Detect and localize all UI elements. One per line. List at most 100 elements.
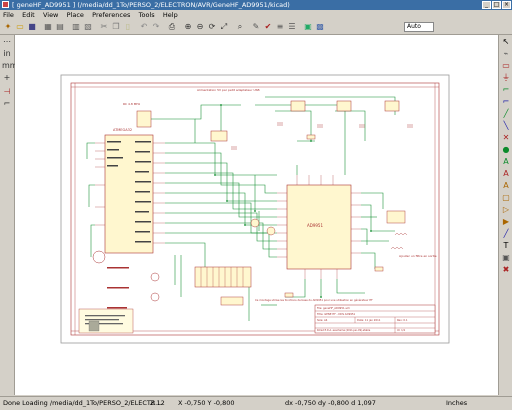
cut-icon[interactable]: ✂ <box>99 22 109 32</box>
select-arrow-icon[interactable]: ↖ <box>501 37 511 47</box>
sheet-title: Title: GENE HF - DDS AD9951 <box>317 312 356 316</box>
wire-to-bus-entry-icon[interactable]: ╱ <box>501 109 511 119</box>
schematic-canvas[interactable]: ATMEGA32 RC 4.8 MHz AD9951 Alimentation … <box>15 35 498 395</box>
regulator-1-symbol <box>290 100 306 112</box>
menu-edit[interactable]: Edit <box>19 10 38 20</box>
power-note: Alimentation 5V par petit adaptateur USB <box>197 88 260 92</box>
paste-icon[interactable]: ▯ <box>123 22 133 32</box>
undo-icon[interactable]: ↶ <box>139 22 149 32</box>
app-icon <box>2 1 9 8</box>
schematic-drawing: ATMEGA32 RC 4.8 MHz AD9951 Alimentation … <box>60 74 450 344</box>
right-toolbar: ↖ ⌁ ▭ ⏚ ⌐ ⌐ ╱ ╲ ✕ ● A A A ▢ ▷ ▶ ╱ T ▣ ✖ <box>498 35 512 395</box>
add-hier-label-icon[interactable]: A <box>501 181 511 191</box>
menu-preferences[interactable]: Preferences <box>89 10 133 20</box>
filter-note: Ajouter un filtre en sortie <box>399 254 437 258</box>
mcu-symbol <box>104 134 154 254</box>
hidden-pins-icon[interactable]: ⊣ <box>2 87 12 97</box>
maximize-button[interactable]: □ <box>492 1 501 9</box>
status-message: Done Loading /media/dd_1To/PERSO_2/ELECT… <box>3 399 162 407</box>
regulator-3-symbol <box>384 100 400 112</box>
status-zoom: Z 12 <box>150 399 165 407</box>
menu-view[interactable]: View <box>40 10 61 20</box>
window-title: [ geneHF_AD9951 ] (/media/dd_1To/PERSO_2… <box>12 1 290 9</box>
units-inches-icon[interactable]: in <box>2 49 12 59</box>
zoom-out-icon[interactable]: ⊖ <box>195 22 205 32</box>
bus-orientation-icon[interactable]: ⌐ <box>2 99 12 109</box>
menu-bar: File Edit View Place Preferences Tools H… <box>0 10 512 20</box>
sheet-file: File: geneHF_AD9951.sch <box>317 306 350 310</box>
cvpcb-icon[interactable]: ▣ <box>303 22 313 32</box>
grid-icon[interactable]: ⋯ <box>2 37 12 47</box>
sheet-id: Id: 1/1 <box>397 328 406 332</box>
info-note-box <box>78 308 134 334</box>
design-note: Ce montage utilise les fonctions de base… <box>255 298 373 302</box>
units-mm-icon[interactable]: mm <box>2 61 18 71</box>
status-bar: Done Loading /media/dd_1To/PERSO_2/ELECT… <box>0 396 512 410</box>
zoom-redraw-icon[interactable]: ⟳ <box>207 22 217 32</box>
add-hier-pin-icon[interactable]: ▶ <box>501 217 511 227</box>
bus-to-bus-entry-icon[interactable]: ╲ <box>501 121 511 131</box>
add-wire-icon[interactable]: ⌐ <box>501 85 511 95</box>
open-icon[interactable]: ▭ <box>15 22 25 32</box>
left-toolbar: ⋯ in mm + ⊣ ⌐ <box>0 35 18 395</box>
dds-chip-label: AD9951 <box>307 223 323 228</box>
title-bar: [ geneHF_AD9951 ] (/media/dd_1To/PERSO_2… <box>0 0 512 10</box>
add-image-icon[interactable]: ▣ <box>501 253 511 263</box>
status-delta: dx -0,750 dy -0,800 d 1,097 <box>285 399 376 407</box>
zoom-in-icon[interactable]: ⊕ <box>183 22 193 32</box>
menu-file[interactable]: File <box>0 10 17 20</box>
zoom-fit-icon[interactable]: ⤢ <box>219 22 229 32</box>
lcd-connector-symbol <box>194 266 252 288</box>
sheet-rev: Rev: 0.1 <box>397 318 408 322</box>
menu-place[interactable]: Place <box>64 10 87 20</box>
add-bus-icon[interactable]: ⌐ <box>501 97 511 107</box>
print-icon[interactable]: ⎙ <box>167 22 177 32</box>
add-component-icon[interactable]: ▭ <box>501 61 511 71</box>
erc-icon[interactable]: ✔ <box>263 22 273 32</box>
import-hier-pin-icon[interactable]: ▷ <box>501 205 511 215</box>
sheet-size: Size: A4 <box>317 318 328 322</box>
add-global-label-icon[interactable]: A <box>501 169 511 179</box>
add-text-icon[interactable]: T <box>501 241 511 251</box>
mcu-label: ATMEGA32 <box>113 128 132 132</box>
connector-2-symbol <box>220 296 244 306</box>
status-coords: X -0,750 Y -0,800 <box>178 399 235 407</box>
annotate-icon[interactable]: ✎ <box>251 22 261 32</box>
netlist-icon[interactable]: ≡ <box>275 22 285 32</box>
save-icon[interactable]: ■ <box>27 22 37 32</box>
sheet-date: Date: 11 jan 2011 <box>357 318 381 322</box>
library-icon[interactable]: ▥ <box>71 22 81 32</box>
redo-icon[interactable]: ↷ <box>151 22 161 32</box>
encoder-photo <box>88 320 100 332</box>
close-button[interactable]: × <box>502 1 511 9</box>
rc-label: RC 4.8 MHz <box>123 102 141 106</box>
bom-icon[interactable]: ☰ <box>287 22 297 32</box>
sheet-kicad: KiCad E.D.A. eeschema (2011-jan-09)-stab… <box>317 329 371 332</box>
add-label-icon[interactable]: A <box>501 157 511 167</box>
add-graphic-line-icon[interactable]: ╱ <box>501 229 511 239</box>
menu-tools[interactable]: Tools <box>136 10 158 20</box>
find-icon[interactable]: ⌕ <box>235 22 245 32</box>
regulator-2-symbol <box>336 100 352 112</box>
usb-connector-symbol <box>210 130 228 142</box>
hierarchy-icon[interactable]: ▦ <box>43 22 53 32</box>
delete-icon[interactable]: ✖ <box>501 265 511 275</box>
cursor-shape-icon[interactable]: + <box>2 73 12 83</box>
main-toolbar: ✦ ▭ ■ ▦ ▤ ▥ ▧ ✂ ❐ ▯ ↶ ↷ ⎙ ⊕ ⊖ ⟳ ⤢ ⌕ ✎ ✔ … <box>0 20 512 35</box>
highlight-net-icon[interactable]: ⌁ <box>501 49 511 59</box>
library-browser-icon[interactable]: ▧ <box>83 22 93 32</box>
menu-help[interactable]: Help <box>160 10 181 20</box>
pcbnew-icon[interactable]: ▩ <box>315 22 325 32</box>
new-sheet-icon[interactable]: ✦ <box>3 22 13 32</box>
status-units: Inches <box>446 399 468 407</box>
minimize-button[interactable]: _ <box>482 1 491 9</box>
no-connect-icon[interactable]: ✕ <box>501 133 511 143</box>
crystal-symbol <box>136 110 152 128</box>
page-setup-icon[interactable]: ▤ <box>55 22 65 32</box>
output-transformer-symbol <box>386 210 406 224</box>
add-hier-sheet-icon[interactable]: ▢ <box>501 193 511 203</box>
add-power-icon[interactable]: ⏚ <box>501 73 511 83</box>
zoom-select[interactable]: Auto <box>404 22 434 32</box>
copy-icon[interactable]: ❐ <box>111 22 121 32</box>
add-junction-icon[interactable]: ● <box>501 145 511 155</box>
